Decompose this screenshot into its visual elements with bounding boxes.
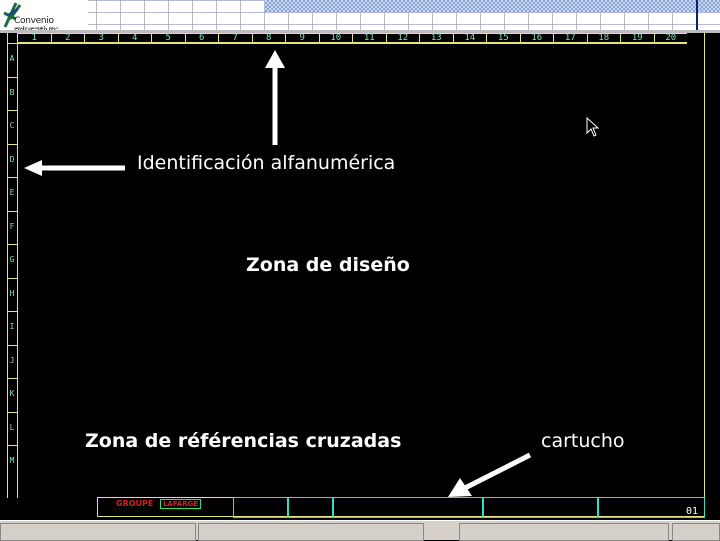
status-bar	[0, 520, 720, 541]
label-design-zone: Zona de diseño	[246, 254, 410, 276]
company-name: GROUPE	[116, 499, 154, 508]
arrow-up-icon	[265, 50, 285, 145]
label-crossref-zone: Zona de référencias cruzadas	[85, 430, 402, 452]
arrow-diagonal-icon	[448, 452, 532, 497]
mouse-cursor-icon	[586, 116, 600, 137]
company-logo: LAFARGE	[160, 499, 202, 509]
label-alphanumeric-id: Identificación alfanumérica	[137, 152, 396, 174]
sheet-number: 01	[685, 506, 698, 517]
title-block: GROUPE LAFARGE 01	[97, 497, 705, 518]
label-title-block: cartucho	[541, 430, 625, 452]
arrow-left-icon	[24, 160, 125, 176]
